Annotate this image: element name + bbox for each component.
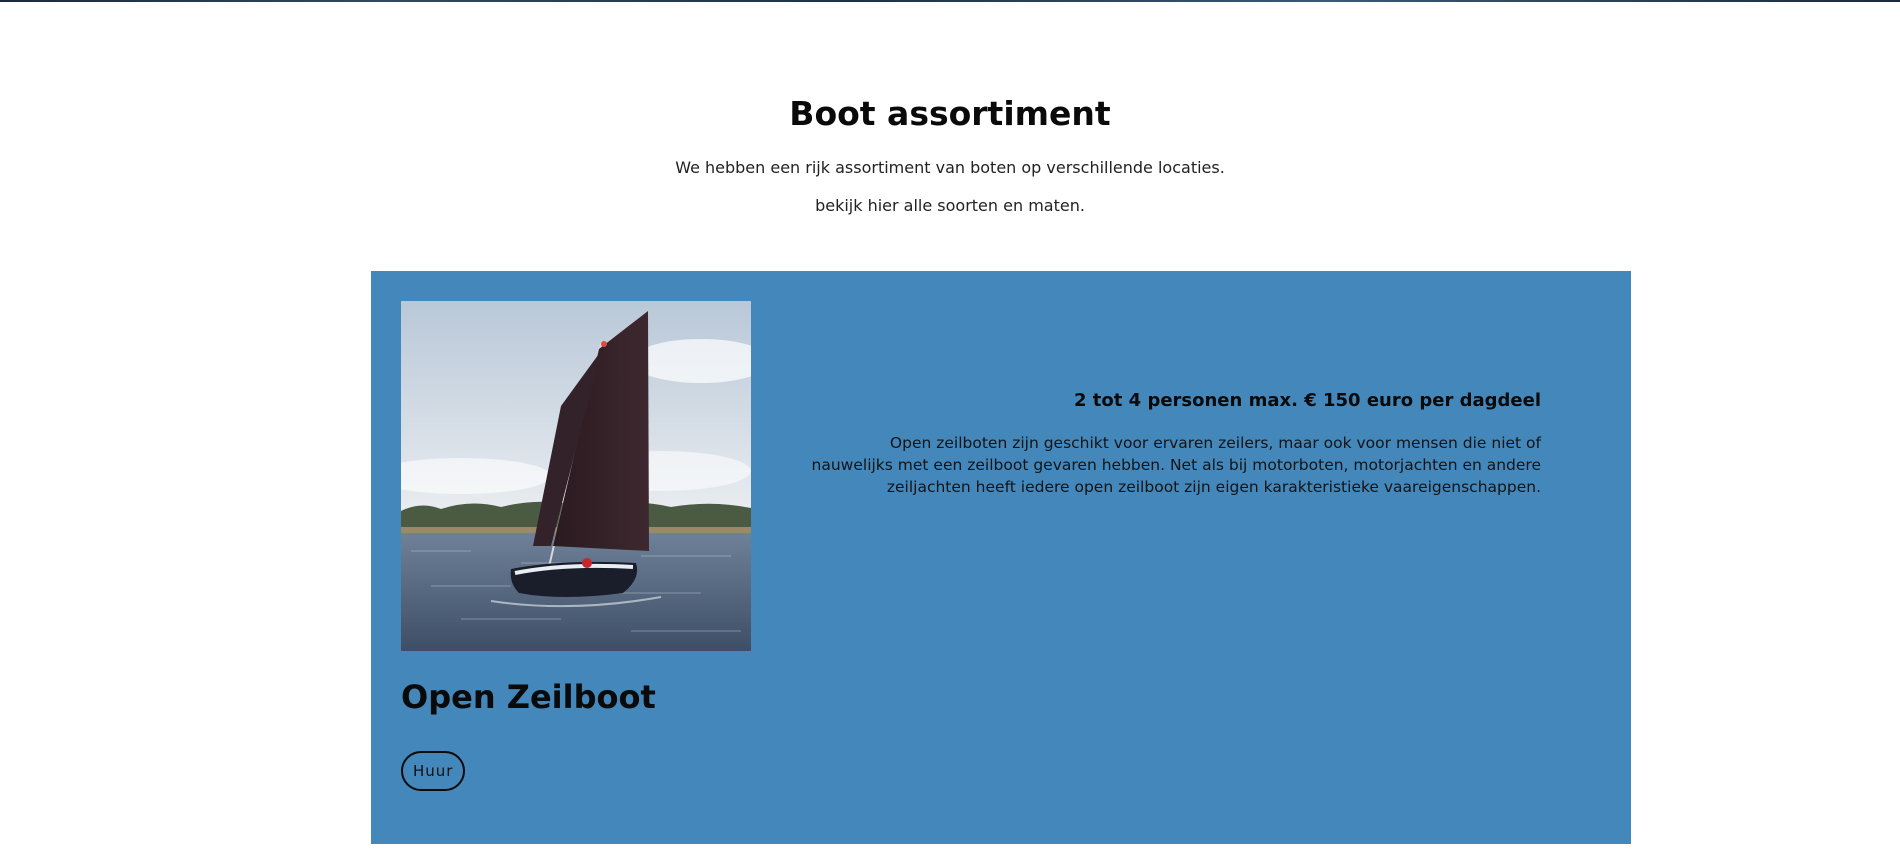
boat-description: Open zeilboten zijn geschikt voor ervare… [811,434,1541,496]
intro-text-line-1: We hebben een rijk assortiment van boten… [675,158,1225,177]
boat-card: 2 tot 4 personen max. € 150 euro per dag… [371,271,1631,844]
intro-text-line-2: bekijk hier alle soorten en maten. [815,196,1085,215]
boat-name: Open Zeilboot [401,678,656,716]
top-header-strip [0,0,1900,2]
price-text: 2 tot 4 personen max. € 150 euro per dag… [1074,390,1541,411]
sailboat-photo [401,301,751,651]
page-title: Boot assortiment [789,94,1111,133]
rent-button[interactable]: Huur [401,751,466,791]
